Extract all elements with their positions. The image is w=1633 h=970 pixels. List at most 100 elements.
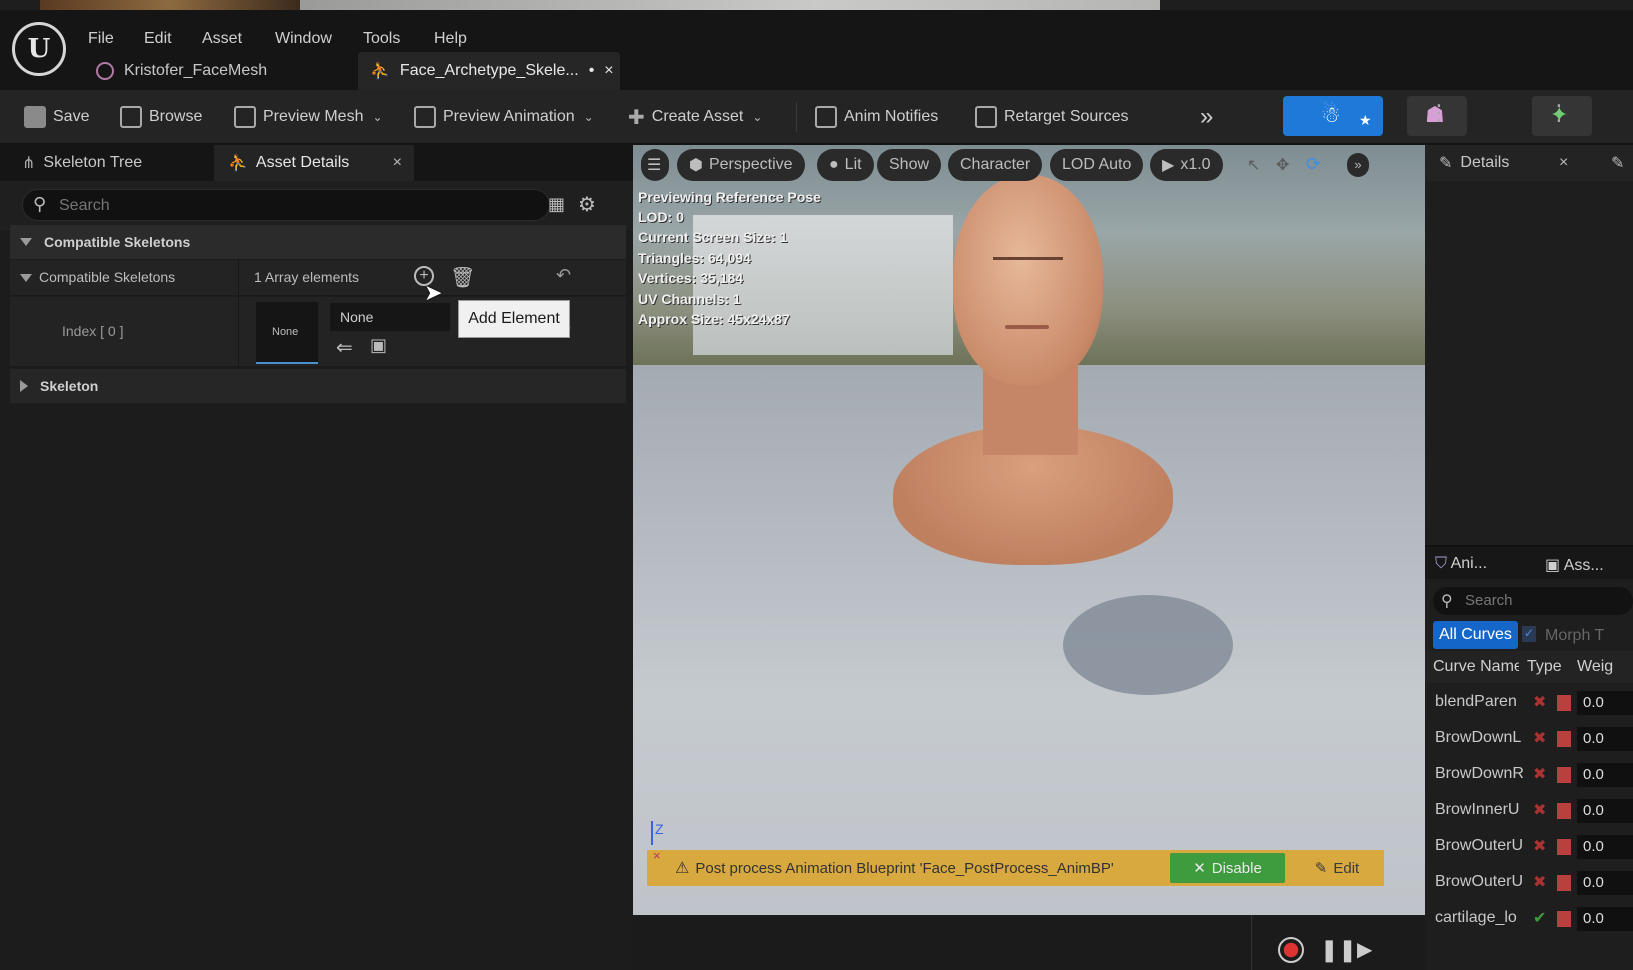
retarget-sources-button[interactable]: Retarget Sources (975, 101, 1129, 133)
curve-name: cartilage_lo (1435, 909, 1517, 926)
mesh-icon (234, 106, 256, 128)
menu-tools[interactable]: Tools (363, 30, 400, 48)
asset-details-icon: ⛹ (228, 155, 248, 172)
save-button[interactable]: Save (24, 101, 89, 133)
tab-asset-details[interactable]: ⛹ Asset Details × (214, 145, 414, 181)
search-box[interactable]: ⚲ (22, 189, 550, 221)
curve-row[interactable]: BrowOuterU ✖ 0.0 (1425, 829, 1633, 865)
perspective-button[interactable]: ⬢ Perspective (677, 149, 805, 181)
curve-name: BrowDownL (1435, 729, 1522, 746)
array-element-count: 1 Array elements (254, 269, 360, 285)
pencil-icon[interactable]: ✎ (1611, 153, 1624, 173)
material-type-icon (1557, 731, 1571, 747)
table-view-icon[interactable]: ▦ (548, 194, 565, 215)
close-icon[interactable]: × (393, 154, 402, 172)
preview-mesh-label: Preview Mesh (263, 108, 364, 125)
tab-kristofer-facemesh[interactable]: Kristofer_FaceMesh (84, 52, 354, 90)
show-button[interactable]: Show (877, 149, 942, 181)
anim-notifies-label: Anim Notifies (844, 108, 939, 125)
kebab-menu-icon[interactable]: ⋮ (1548, 100, 1570, 126)
expand-arrow-icon[interactable] (20, 274, 32, 282)
move-tool-icon[interactable]: ✥ (1276, 155, 1289, 175)
tab-face-archetype-skeleton[interactable]: ⛹ Face_Archetype_Skele... • × (358, 52, 620, 90)
skeleton-mode-button[interactable]: ☃ ★ (1283, 96, 1383, 136)
category-compatible-skeletons[interactable]: Compatible Skeletons (10, 225, 626, 259)
tab-skeleton-tree[interactable]: ⋔ Skeleton Tree (8, 145, 156, 181)
column-weight[interactable]: Weig (1577, 658, 1613, 676)
tab-details[interactable]: ✎ Details × ✎ (1425, 145, 1633, 181)
tab-anim-curves[interactable]: ⛉ Ani... (1435, 555, 1487, 573)
step-forward-icon[interactable]: ▶ (1357, 937, 1372, 962)
pause-icon[interactable]: ❚❚ (1320, 937, 1357, 963)
reset-to-default-icon[interactable]: ↶ (556, 265, 571, 286)
tab-asset-browser[interactable]: ▣ Ass... (1545, 555, 1604, 575)
asset-thumbnail[interactable]: None (256, 302, 318, 364)
lit-button[interactable]: ● Lit (817, 149, 874, 181)
column-curve-name[interactable]: Curve Name (1433, 658, 1519, 676)
browse-button[interactable]: Browse (120, 101, 202, 133)
menu-window[interactable]: Window (275, 30, 332, 48)
select-tool-icon[interactable]: ↖ (1247, 155, 1260, 175)
curve-weight[interactable]: 0.0 (1577, 871, 1633, 895)
preview-mesh-button[interactable]: Preview Mesh ⌄ (234, 101, 383, 133)
browse-asset-icon[interactable]: ▣ (370, 335, 387, 356)
close-icon[interactable]: × (1559, 154, 1568, 172)
curve-row[interactable]: BrowDownR ✖ 0.0 (1425, 757, 1633, 793)
curve-row[interactable]: cartilage_lo ✔ 0.0 (1425, 901, 1633, 937)
menu-edit[interactable]: Edit (144, 30, 172, 48)
curve-row[interactable]: blendParen ✖ 0.0 (1425, 685, 1633, 721)
menu-help[interactable]: Help (434, 30, 467, 48)
viewport-more-icon[interactable]: » (1347, 153, 1369, 177)
curve-weight[interactable]: 0.0 (1577, 907, 1633, 931)
settings-gear-icon[interactable]: ⚙ (578, 192, 596, 217)
unreal-logo-icon[interactable]: U (12, 22, 66, 76)
menu-file[interactable]: File (88, 30, 114, 48)
window-top-strip (0, 0, 1633, 10)
asset-picker-combo[interactable]: None (330, 303, 450, 331)
hamburger-menu-icon: ☰ (647, 157, 662, 174)
curve-weight[interactable]: 0.0 (1577, 691, 1633, 715)
curve-row[interactable]: BrowOuterU ✖ 0.0 (1425, 865, 1633, 901)
edit-button[interactable]: ✎ Edit (1297, 853, 1377, 883)
anim-curves-tabs: ⛉ Ani... ▣ Ass... (1425, 547, 1633, 579)
preview-animation-button[interactable]: Preview Animation ⌄ (414, 101, 594, 133)
record-icon[interactable] (1278, 937, 1304, 963)
curve-weight[interactable]: 0.0 (1577, 799, 1633, 823)
create-asset-button[interactable]: ✚ Create Asset ⌄ (628, 101, 762, 133)
morph-target-filter[interactable]: Morph T (1545, 627, 1604, 645)
curve-row[interactable]: BrowDownL ✖ 0.0 (1425, 721, 1633, 757)
menu-asset[interactable]: Asset (202, 30, 242, 48)
pill-label: Show (889, 156, 930, 173)
right-side-panel: ✎ Details × ✎ ⛉ Ani... ▣ Ass... ⚲ Search… (1425, 145, 1633, 970)
cube-icon: ⬢ (689, 157, 703, 174)
category-skeleton[interactable]: Skeleton (10, 369, 626, 403)
use-selected-icon[interactable]: ⇐ (336, 335, 353, 360)
curve-row[interactable]: BrowInnerU ✖ 0.0 (1425, 793, 1633, 829)
check-icon[interactable]: ✓ (1522, 626, 1536, 642)
curve-search-box[interactable]: ⚲ Search (1433, 587, 1633, 615)
column-type[interactable]: Type (1527, 658, 1562, 676)
pill-label: Character (960, 156, 1031, 173)
close-icon[interactable]: × (604, 62, 613, 80)
more-tools-button[interactable]: » (1200, 101, 1213, 133)
playback-speed-button[interactable]: ▶ x1.0 (1150, 149, 1223, 181)
search-placeholder: Search (1465, 592, 1513, 609)
curve-weight[interactable]: 0.0 (1577, 835, 1633, 859)
curve-weight[interactable]: 0.0 (1577, 727, 1633, 751)
all-curves-toggle[interactable]: All Curves (1433, 621, 1518, 649)
anim-notifies-button[interactable]: Anim Notifies (815, 101, 938, 133)
viewport-options-button[interactable]: ☰ (641, 149, 669, 181)
disable-button[interactable]: ✕ Disable (1170, 853, 1285, 883)
curve-weight[interactable]: 0.0 (1577, 763, 1633, 787)
preview-viewport[interactable]: ☰ ⬢ Perspective ● Lit Show Character LOD… (633, 145, 1425, 915)
play-icon: ▶ (1162, 157, 1175, 174)
dismiss-icon[interactable]: × (653, 848, 661, 863)
rotate-tool-icon[interactable]: ⟳ (1306, 154, 1321, 175)
search-input[interactable] (59, 196, 529, 216)
character-button[interactable]: Character (948, 149, 1043, 181)
kebab-menu-icon[interactable]: ⋮ (1428, 100, 1450, 126)
left-panel-tabs: ⋔ Skeleton Tree ⛹ Asset Details × (0, 145, 633, 181)
retarget-sources-label: Retarget Sources (1004, 108, 1129, 125)
delete-all-icon[interactable]: 🗑 (450, 265, 475, 290)
lod-auto-button[interactable]: LOD Auto (1050, 149, 1144, 181)
